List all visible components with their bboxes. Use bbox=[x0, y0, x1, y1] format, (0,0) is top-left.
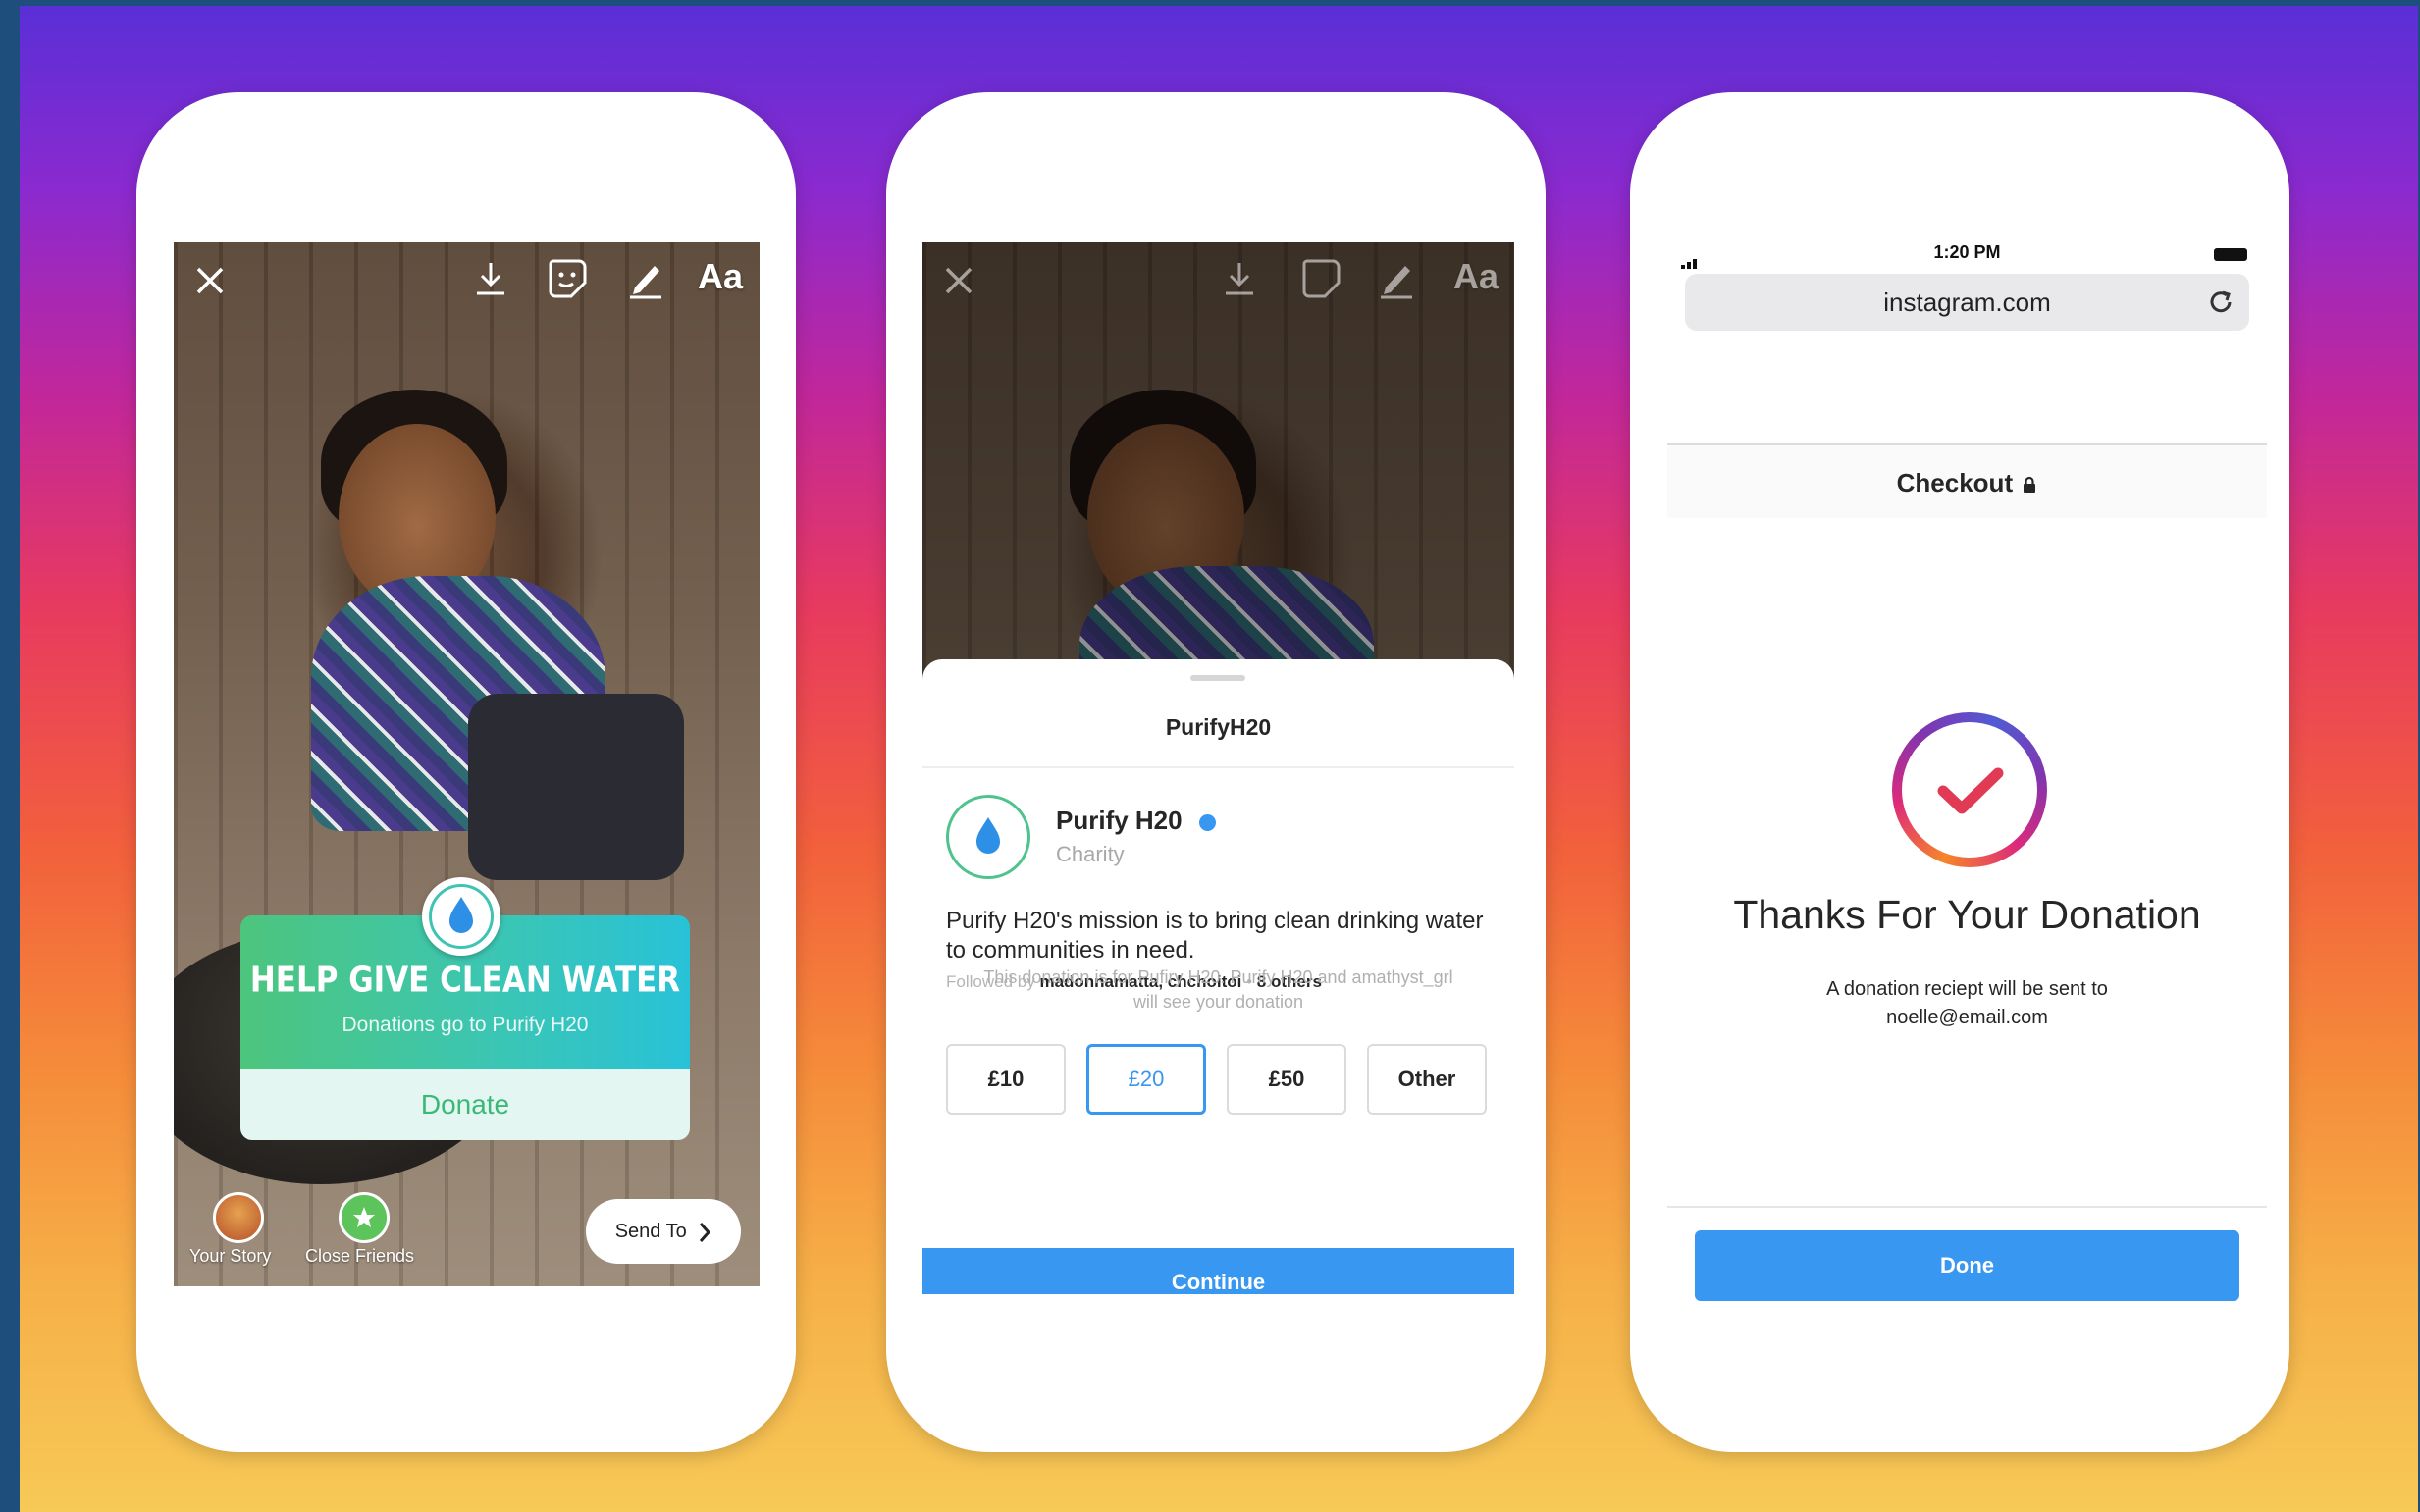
close-icon[interactable] bbox=[193, 264, 227, 297]
close-icon bbox=[942, 264, 975, 297]
amount-option-50[interactable]: £50 bbox=[1227, 1044, 1346, 1115]
donation-screen: Aa PurifyH20 Purify H20 Charity Purify H… bbox=[922, 242, 1514, 1294]
chevron-right-icon bbox=[700, 1222, 711, 1242]
sticker-subtitle: Donations go to Purify H20 bbox=[342, 1014, 589, 1036]
your-story-label: Your Story bbox=[189, 1246, 272, 1266]
water-drop-icon bbox=[422, 877, 500, 956]
checkout-header: Checkout bbox=[1667, 445, 2267, 518]
text-tool-button: Aa bbox=[1453, 256, 1499, 296]
sheet-handle[interactable] bbox=[1190, 675, 1245, 681]
success-check-icon bbox=[1892, 712, 2047, 867]
sticker-title: HELP GIVE CLEAN WATER bbox=[249, 960, 681, 1001]
receipt-email: noelle@email.com bbox=[1886, 1007, 2048, 1028]
address-bar[interactable]: instagram.com bbox=[1685, 274, 2249, 331]
story-screen: Aa HELP GIVE CLEAN WATER Donations go to… bbox=[174, 242, 760, 1286]
checkout-screen: 1:20 PM instagram.com Checkout Thanks Fo… bbox=[1667, 235, 2267, 1311]
status-time: 1:20 PM bbox=[1933, 242, 2001, 262]
continue-button[interactable]: Continue bbox=[922, 1248, 1514, 1294]
sticker-icon bbox=[1300, 258, 1342, 299]
phone-checkout-browser: 1:20 PM instagram.com Checkout Thanks Fo… bbox=[1630, 92, 2289, 1452]
water-drop-icon bbox=[976, 817, 1000, 854]
lock-icon bbox=[2024, 477, 2036, 494]
mission-text: Purify H20's mission is to bring clean d… bbox=[946, 908, 1484, 964]
close-friends-label: Close Friends bbox=[305, 1246, 415, 1266]
charity-logo bbox=[946, 795, 1030, 879]
donation-sticker[interactable]: HELP GIVE CLEAN WATER Donations go to Pu… bbox=[240, 877, 690, 1140]
donate-button[interactable]: Donate bbox=[240, 1069, 690, 1140]
phone-donation-sheet: Aa PurifyH20 Purify H20 Charity Purify H… bbox=[886, 92, 1546, 1452]
sticker-icon[interactable] bbox=[547, 258, 588, 299]
download-icon[interactable] bbox=[473, 260, 508, 297]
charity-category: Charity bbox=[1056, 842, 1125, 866]
pen-icon bbox=[1378, 260, 1415, 299]
reload-icon[interactable] bbox=[2206, 287, 2236, 322]
amount-option-20-selected[interactable]: £20 bbox=[1086, 1044, 1206, 1115]
amount-option-other[interactable]: Other bbox=[1367, 1044, 1487, 1115]
receipt-note: A donation reciept will be sent to noell… bbox=[1667, 975, 2267, 1032]
download-icon bbox=[1222, 260, 1257, 297]
your-story-avatar[interactable] bbox=[213, 1192, 264, 1243]
amount-option-10[interactable]: £10 bbox=[946, 1044, 1066, 1115]
pen-icon[interactable] bbox=[627, 260, 664, 299]
verified-badge-icon bbox=[1199, 814, 1216, 831]
done-button[interactable]: Done bbox=[1695, 1230, 2239, 1301]
checkout-title: Checkout bbox=[1667, 468, 2267, 498]
phone-story-editor: Aa HELP GIVE CLEAN WATER Donations go to… bbox=[136, 92, 796, 1452]
donation-disclaimer: This donation is for Pufiry H20. Purify … bbox=[983, 967, 1453, 1012]
send-to-button[interactable]: Send To bbox=[586, 1199, 741, 1264]
thanks-heading: Thanks For Your Donation bbox=[1733, 892, 2201, 937]
battery-icon bbox=[2214, 248, 2247, 261]
close-friends-star-icon[interactable] bbox=[339, 1192, 390, 1243]
url-text: instagram.com bbox=[1883, 287, 2051, 317]
status-bar: 1:20 PM bbox=[1667, 235, 2267, 270]
charity-name: Purify H20 bbox=[1056, 806, 1183, 835]
sheet-title: PurifyH20 bbox=[1165, 714, 1272, 740]
send-to-label: Send To bbox=[614, 1221, 687, 1242]
text-tool-button[interactable]: Aa bbox=[698, 259, 743, 294]
